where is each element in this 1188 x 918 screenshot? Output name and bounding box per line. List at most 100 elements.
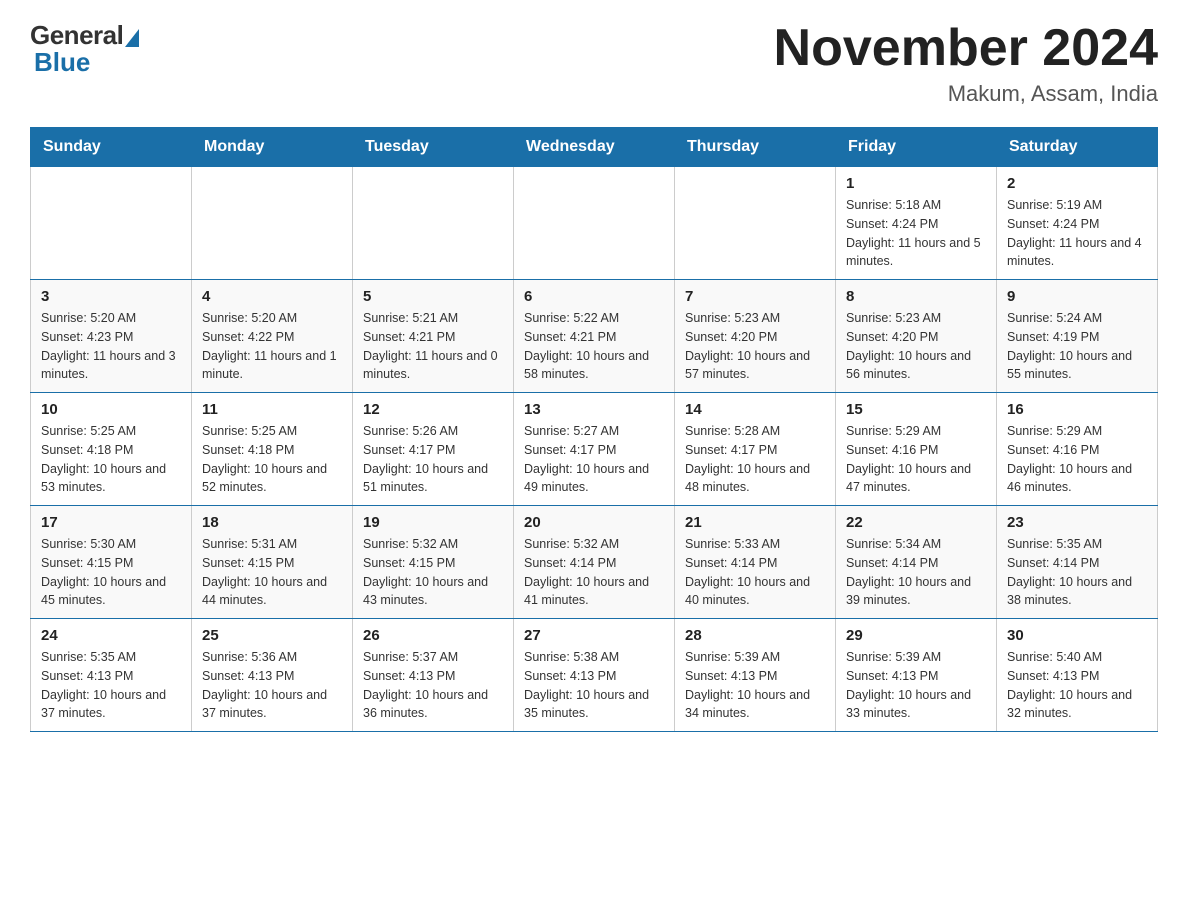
- calendar-day-cell: 29Sunrise: 5:39 AM Sunset: 4:13 PM Dayli…: [836, 619, 997, 732]
- day-info: Sunrise: 5:35 AM Sunset: 4:13 PM Dayligh…: [41, 648, 181, 723]
- day-number: 2: [1007, 175, 1147, 192]
- day-info: Sunrise: 5:25 AM Sunset: 4:18 PM Dayligh…: [202, 422, 342, 497]
- day-number: 19: [363, 514, 503, 531]
- calendar-day-cell: [514, 167, 675, 280]
- day-number: 30: [1007, 627, 1147, 644]
- logo-blue-text: Blue: [34, 47, 90, 78]
- calendar-day-cell: 18Sunrise: 5:31 AM Sunset: 4:15 PM Dayli…: [192, 506, 353, 619]
- day-info: Sunrise: 5:18 AM Sunset: 4:24 PM Dayligh…: [846, 196, 986, 271]
- calendar-day-cell: [353, 167, 514, 280]
- calendar-day-cell: 22 Sunrise: 5:34 AM Sunset: 4:14 PM Dayli…: [836, 506, 997, 619]
- title-section: November 2024 Makum, Assam, India: [774, 20, 1158, 107]
- calendar-day-cell: 5 Sunrise: 5:21 AM Sunset: 4:21 PM Daylig…: [353, 280, 514, 393]
- calendar-day-cell: 4 Sunrise: 5:20 AM Sunset: 4:22 PM Daylig…: [192, 280, 353, 393]
- day-number: 13: [524, 401, 664, 418]
- day-of-week-header: Tuesday: [353, 128, 514, 167]
- location-title: Makum, Assam, India: [774, 81, 1158, 107]
- day-of-week-header: Wednesday: [514, 128, 675, 167]
- calendar-day-cell: 16 Sunrise: 5:29 AM Sunset: 4:16 PM Dayli…: [997, 393, 1158, 506]
- day-info: Sunrise: 5:36 AM Sunset: 4:13 PM Dayligh…: [202, 648, 342, 723]
- calendar-day-cell: 12 Sunrise: 5:26 AM Sunset: 4:17 PM Dayli…: [353, 393, 514, 506]
- calendar-day-cell: [192, 167, 353, 280]
- day-info: Sunrise: 5:39 AM Sunset: 4:13 PM Dayligh…: [685, 648, 825, 723]
- logo: General Blue: [30, 20, 139, 78]
- calendar-day-cell: 9 Sunrise: 5:24 AM Sunset: 4:19 PM Daylig…: [997, 280, 1158, 393]
- day-number: 21: [685, 514, 825, 531]
- calendar-day-cell: 6 Sunrise: 5:22 AM Sunset: 4:21 PM Daylig…: [514, 280, 675, 393]
- calendar-day-cell: 28 Sunrise: 5:39 AM Sunset: 4:13 PM Dayli…: [675, 619, 836, 732]
- calendar-day-cell: 30 Sunrise: 5:40 AM Sunset: 4:13 PM Dayli…: [997, 619, 1158, 732]
- day-info: Sunrise: 5:33 AM Sunset: 4:14 PM Dayligh…: [685, 535, 825, 610]
- day-number: 27: [524, 627, 664, 644]
- day-number: 6: [524, 288, 664, 305]
- calendar-day-cell: 19Sunrise: 5:32 AM Sunset: 4:15 PM Dayli…: [353, 506, 514, 619]
- calendar-day-cell: 20 Sunrise: 5:32 AM Sunset: 4:14 PM Dayli…: [514, 506, 675, 619]
- day-info: Sunrise: 5:20 AM Sunset: 4:22 PM Dayligh…: [202, 309, 342, 384]
- day-info: Sunrise: 5:35 AM Sunset: 4:14 PM Dayligh…: [1007, 535, 1147, 610]
- day-info: Sunrise: 5:29 AM Sunset: 4:16 PM Dayligh…: [1007, 422, 1147, 497]
- day-number: 11: [202, 401, 342, 418]
- day-number: 17: [41, 514, 181, 531]
- day-info: Sunrise: 5:34 AM Sunset: 4:14 PM Dayligh…: [846, 535, 986, 610]
- calendar-day-cell: 21 Sunrise: 5:33 AM Sunset: 4:14 PM Dayli…: [675, 506, 836, 619]
- day-number: 1: [846, 175, 986, 192]
- day-number: 18: [202, 514, 342, 531]
- calendar-day-cell: 11 Sunrise: 5:25 AM Sunset: 4:18 PM Dayli…: [192, 393, 353, 506]
- day-number: 4: [202, 288, 342, 305]
- day-info: Sunrise: 5:40 AM Sunset: 4:13 PM Dayligh…: [1007, 648, 1147, 723]
- day-of-week-header: Thursday: [675, 128, 836, 167]
- calendar-week-row: 17 Sunrise: 5:30 AM Sunset: 4:15 PM Dayli…: [31, 506, 1158, 619]
- day-of-week-header: Friday: [836, 128, 997, 167]
- day-info: Sunrise: 5:22 AM Sunset: 4:21 PM Dayligh…: [524, 309, 664, 384]
- calendar-day-cell: [675, 167, 836, 280]
- day-info: Sunrise: 5:19 AM Sunset: 4:24 PM Dayligh…: [1007, 196, 1147, 271]
- day-info: Sunrise: 5:25 AM Sunset: 4:18 PM Dayligh…: [41, 422, 181, 497]
- day-info: Sunrise: 5:37 AM Sunset: 4:13 PM Dayligh…: [363, 648, 503, 723]
- day-number: 20: [524, 514, 664, 531]
- day-info: Sunrise: 5:28 AM Sunset: 4:17 PM Dayligh…: [685, 422, 825, 497]
- day-number: 9: [1007, 288, 1147, 305]
- calendar-day-cell: 13 Sunrise: 5:27 AM Sunset: 4:17 PM Dayli…: [514, 393, 675, 506]
- day-number: 14: [685, 401, 825, 418]
- calendar-day-cell: 1 Sunrise: 5:18 AM Sunset: 4:24 PM Daylig…: [836, 167, 997, 280]
- day-info: Sunrise: 5:32 AM Sunset: 4:14 PM Dayligh…: [524, 535, 664, 610]
- day-number: 15: [846, 401, 986, 418]
- day-number: 23: [1007, 514, 1147, 531]
- day-number: 22: [846, 514, 986, 531]
- calendar-day-cell: 7 Sunrise: 5:23 AM Sunset: 4:20 PM Daylig…: [675, 280, 836, 393]
- calendar-week-row: 10 Sunrise: 5:25 AM Sunset: 4:18 PM Dayli…: [31, 393, 1158, 506]
- day-number: 7: [685, 288, 825, 305]
- calendar-day-cell: 14 Sunrise: 5:28 AM Sunset: 4:17 PM Dayli…: [675, 393, 836, 506]
- calendar-day-cell: 2 Sunrise: 5:19 AM Sunset: 4:24 PM Daylig…: [997, 167, 1158, 280]
- month-title: November 2024: [774, 20, 1158, 77]
- calendar-day-cell: [31, 167, 192, 280]
- day-number: 16: [1007, 401, 1147, 418]
- page-header: General Blue November 2024 Makum, Assam,…: [30, 20, 1158, 107]
- day-number: 28: [685, 627, 825, 644]
- calendar-day-cell: 25 Sunrise: 5:36 AM Sunset: 4:13 PM Dayli…: [192, 619, 353, 732]
- day-info: Sunrise: 5:24 AM Sunset: 4:19 PM Dayligh…: [1007, 309, 1147, 384]
- day-number: 5: [363, 288, 503, 305]
- day-info: Sunrise: 5:27 AM Sunset: 4:17 PM Dayligh…: [524, 422, 664, 497]
- calendar-day-cell: 17 Sunrise: 5:30 AM Sunset: 4:15 PM Dayli…: [31, 506, 192, 619]
- day-number: 12: [363, 401, 503, 418]
- day-info: Sunrise: 5:23 AM Sunset: 4:20 PM Dayligh…: [846, 309, 986, 384]
- calendar-day-cell: 15 Sunrise: 5:29 AM Sunset: 4:16 PM Dayli…: [836, 393, 997, 506]
- day-info: Sunrise: 5:39 AM Sunset: 4:13 PM Dayligh…: [846, 648, 986, 723]
- day-info: Sunrise: 5:30 AM Sunset: 4:15 PM Dayligh…: [41, 535, 181, 610]
- day-info: Sunrise: 5:29 AM Sunset: 4:16 PM Dayligh…: [846, 422, 986, 497]
- calendar-day-cell: 3Sunrise: 5:20 AM Sunset: 4:23 PM Daylig…: [31, 280, 192, 393]
- day-info: Sunrise: 5:20 AM Sunset: 4:23 PM Dayligh…: [41, 309, 181, 384]
- day-info: Sunrise: 5:23 AM Sunset: 4:20 PM Dayligh…: [685, 309, 825, 384]
- calendar-day-cell: 8Sunrise: 5:23 AM Sunset: 4:20 PM Daylig…: [836, 280, 997, 393]
- calendar-day-cell: 24Sunrise: 5:35 AM Sunset: 4:13 PM Dayli…: [31, 619, 192, 732]
- calendar-day-cell: 26Sunrise: 5:37 AM Sunset: 4:13 PM Dayli…: [353, 619, 514, 732]
- calendar-header-row: SundayMondayTuesdayWednesdayThursdayFrid…: [31, 128, 1158, 167]
- calendar-week-row: 3Sunrise: 5:20 AM Sunset: 4:23 PM Daylig…: [31, 280, 1158, 393]
- day-of-week-header: Sunday: [31, 128, 192, 167]
- day-number: 10: [41, 401, 181, 418]
- day-info: Sunrise: 5:21 AM Sunset: 4:21 PM Dayligh…: [363, 309, 503, 384]
- day-of-week-header: Monday: [192, 128, 353, 167]
- day-number: 25: [202, 627, 342, 644]
- day-info: Sunrise: 5:26 AM Sunset: 4:17 PM Dayligh…: [363, 422, 503, 497]
